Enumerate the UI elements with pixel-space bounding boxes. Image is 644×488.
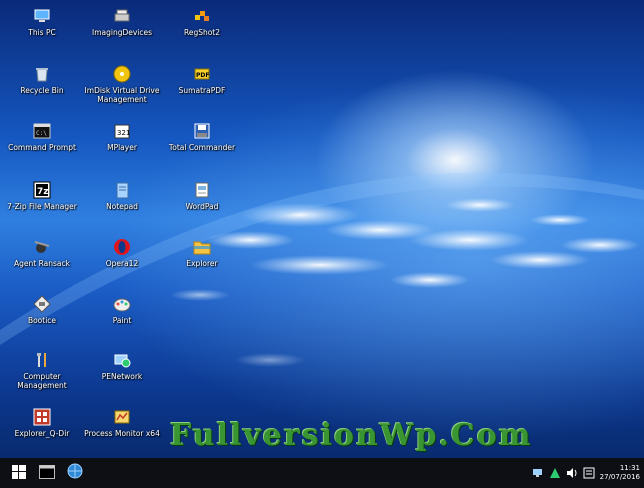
network-globe-icon [67,463,83,483]
desktop-icon-q-dir[interactable]: Explorer_Q-Dir [3,407,81,438]
desktop: This PC Recycle Bin C:\ Command Prompt 7… [0,0,644,488]
seven-zip-icon: 7z [32,180,52,200]
icon-label: Agent Ransack [14,259,70,268]
this-pc-icon [32,6,52,26]
icon-label: PENetwork [101,372,143,381]
taskbar-command-prompt[interactable] [36,462,58,484]
desktop-icon-computer-management[interactable]: Computer Management [3,350,81,390]
desktop-icon-mplayer[interactable]: 321 MPlayer [83,121,161,152]
wordpad-icon [192,180,212,200]
watermark-text: FullversionWp.Com [170,418,533,453]
pe-network-icon [112,350,132,370]
icon-label: Opera12 [105,259,139,268]
svg-text:PDF: PDF [196,72,209,79]
icon-label: Total Commander [168,143,236,152]
icon-label: WordPad [185,202,219,211]
command-prompt-icon [39,464,55,483]
notification-icon[interactable] [583,464,595,483]
icon-label: Recycle Bin [20,86,64,95]
desktop-icon-recycle-bin[interactable]: Recycle Bin [3,64,81,95]
process-monitor-icon [112,407,132,427]
icon-label: Explorer [186,259,218,268]
icon-label: Computer Management [17,372,67,390]
folder-icon [192,237,212,257]
icon-label: Paint [112,316,132,325]
q-dir-icon [32,407,52,427]
total-commander-icon [192,121,212,141]
sumatra-pdf-icon: PDF [192,64,212,84]
desktop-icon-bootice[interactable]: Bootice [3,294,81,325]
icon-label: RegShot2 [183,28,221,37]
desktop-icon-opera[interactable]: Opera12 [83,237,161,268]
agent-ransack-icon [32,237,52,257]
clock-date: 27/07/2016 [599,473,640,481]
icon-label: Command Prompt [8,143,76,152]
desktop-icon-total-commander[interactable]: Total Commander [163,121,241,152]
imdisk-icon [112,64,132,84]
bootice-icon [32,294,52,314]
computer-management-icon [32,350,52,370]
taskbar: 11:31 27/07/2016 [0,458,644,488]
desktop-icon-7zip[interactable]: 7z 7-Zip File Manager [3,180,81,211]
opera-icon [112,237,132,257]
mplayer-icon: 321 [112,121,132,141]
icon-label: SumatraPDF [178,86,226,95]
desktop-icon-paint[interactable]: Paint [83,294,161,325]
desktop-icon-imdisk[interactable]: ImDisk Virtual Drive Management [83,64,161,104]
windows-start-icon [12,464,26,483]
desktop-icon-process-monitor[interactable]: Process Monitor x64 [83,407,161,438]
network-tray-icon[interactable] [532,464,544,483]
desktop-icon-imaging-devices[interactable]: ImagingDevices [83,6,161,37]
start-button[interactable] [8,462,30,484]
taskbar-clock[interactable]: 11:31 27/07/2016 [600,464,640,482]
icon-label: ImDisk Virtual Drive Management [84,86,160,104]
svg-text:7z: 7z [37,187,49,197]
desktop-icon-explorer[interactable]: Explorer [163,237,241,268]
system-tray: 11:31 27/07/2016 [532,460,640,486]
desktop-icon-command-prompt[interactable]: C:\ Command Prompt [3,121,81,152]
icon-label: 7-Zip File Manager [7,202,77,211]
icon-label: Explorer_Q-Dir [14,429,70,438]
desktop-icon-pe-network[interactable]: PENetwork [83,350,161,381]
regshot-icon [192,6,212,26]
desktop-icon-regshot[interactable]: RegShot2 [163,6,241,37]
icon-label: This PC [28,28,56,37]
icon-label: Bootice [27,316,57,325]
icon-label: Notepad [106,202,138,211]
desktop-icon-this-pc[interactable]: This PC [3,6,81,37]
action-center-icon[interactable] [549,464,561,483]
recycle-bin-icon [32,64,52,84]
taskbar-network[interactable] [64,462,86,484]
svg-text:321: 321 [117,129,130,137]
command-prompt-icon: C:\ [32,121,52,141]
desktop-icon-wordpad[interactable]: WordPad [163,180,241,211]
desktop-icon-agent-ransack[interactable]: Agent Ransack [3,237,81,268]
paint-icon [112,294,132,314]
volume-icon[interactable] [566,464,578,483]
notepad-icon [112,180,132,200]
icon-label: Process Monitor x64 [84,429,160,438]
icon-label: ImagingDevices [91,28,153,37]
desktop-icon-notepad[interactable]: Notepad [83,180,161,211]
icon-label: MPlayer [107,143,137,152]
desktop-icon-sumatra[interactable]: PDF SumatraPDF [163,64,241,95]
imaging-devices-icon [112,6,132,26]
clock-time: 11:31 [619,464,640,472]
svg-text:C:\: C:\ [36,130,47,137]
